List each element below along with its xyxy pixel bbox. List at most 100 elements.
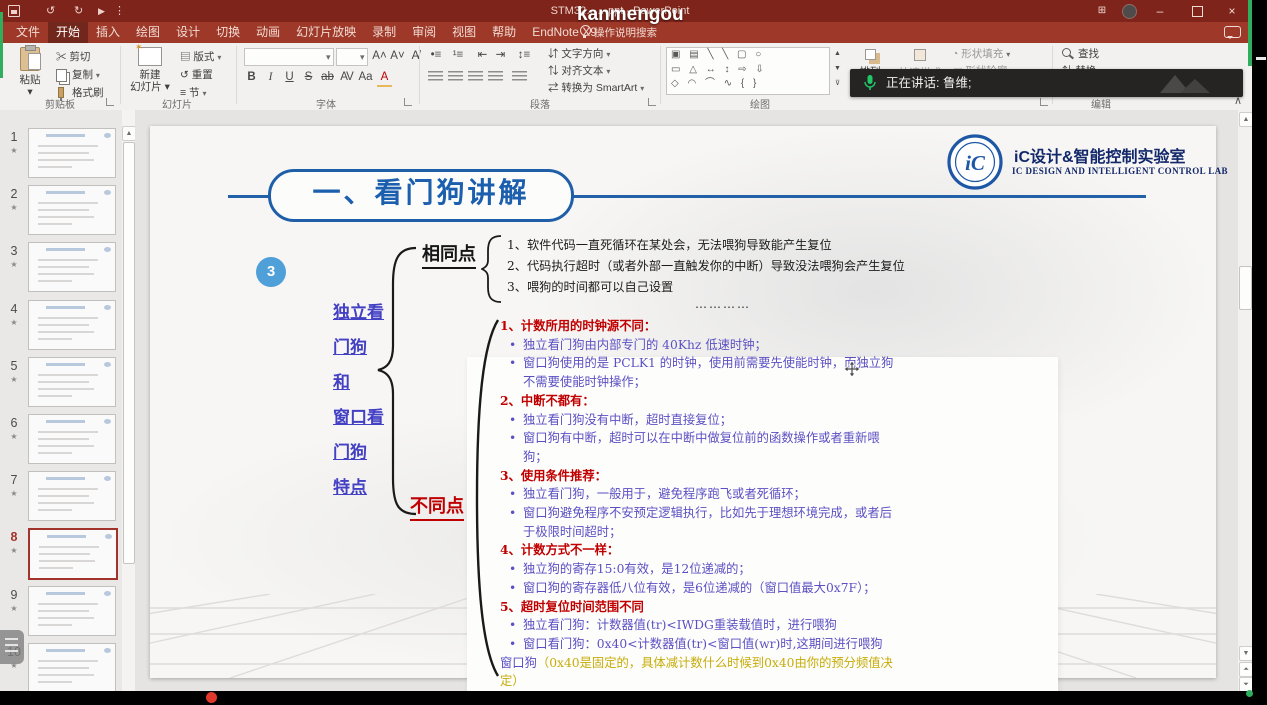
shapes-scroll-down-icon[interactable]: ▼ [830, 61, 845, 77]
minimize-button[interactable]: – [1146, 0, 1174, 22]
smartart-button[interactable]: ⇄ 转换为 SmartArt ▾ [548, 80, 644, 95]
shape-row[interactable]: ◇ ◠ ⌒ ∿ { } [667, 77, 829, 92]
save-icon[interactable] [8, 5, 20, 17]
tab-录制[interactable]: 录制 [364, 22, 404, 43]
layout-button[interactable]: ▤ 版式 ▾ [180, 49, 221, 64]
diff-point-row: 窗口狗（0x40是固定的，具体减计数什么时候到0x40由你的预分频值决定） [500, 654, 904, 691]
bullet-list-icon[interactable]: •≡ [427, 47, 445, 63]
tab-切换[interactable]: 切换 [208, 22, 248, 43]
slide-thumbnail[interactable] [28, 242, 116, 292]
font-style-button-i[interactable]: I [263, 69, 278, 85]
font-dialog-launcher-icon[interactable] [404, 98, 412, 106]
scroll-down-icon[interactable]: ▼ [1239, 646, 1253, 661]
tab-动画[interactable]: 动画 [248, 22, 288, 43]
thumbnail-scrollbar[interactable]: ▲ [122, 110, 135, 691]
clipboard-dialog-launcher-icon[interactable] [106, 98, 114, 106]
undo-icon[interactable]: ↺ [46, 0, 55, 22]
slide-thumbnail[interactable] [28, 128, 116, 178]
numbered-list-icon[interactable]: ¹≡ [449, 47, 467, 63]
shape-row[interactable]: ▭ △ ↔ ↕ ⇨ ⇩ [667, 63, 829, 78]
quick-access-more-icon[interactable]: ⋮ [114, 0, 125, 22]
increase-indent-icon[interactable]: ⇥ [493, 47, 508, 63]
justify-icon[interactable] [488, 71, 503, 82]
thumbnail-item: 5★ [6, 357, 118, 411]
font-name-select[interactable]: ▾ [244, 48, 334, 66]
slide-thumbnail[interactable] [28, 643, 116, 693]
font-style-button-s[interactable]: S [301, 69, 316, 85]
paragraph-dialog-launcher-icon[interactable] [648, 98, 656, 106]
thumb-scroll-up-icon[interactable]: ▲ [122, 126, 136, 141]
tell-me-search[interactable]: 操作说明搜索 [594, 26, 657, 40]
tab-设计[interactable]: 设计 [168, 22, 208, 43]
slide-title-shape[interactable]: 一、看门狗讲解 [268, 169, 574, 222]
font-style-button-aa[interactable]: Aa [358, 69, 373, 85]
decrease-indent-icon[interactable]: ⇤ [475, 47, 490, 63]
record-indicator-dot [206, 692, 217, 703]
shape-row[interactable]: ▣ ▤ ╲ ╲ ▢ ○ [667, 48, 829, 63]
tab-文件[interactable]: 文件 [8, 22, 48, 43]
ribbon-display-options-icon[interactable]: ⊞ [1092, 0, 1112, 22]
tab-审阅[interactable]: 审阅 [404, 22, 444, 43]
clear-format-icon[interactable]: A̸ [408, 48, 423, 64]
line-spacing-icon[interactable]: ↕≡ [515, 47, 533, 63]
tab-开始[interactable]: 开始 [48, 22, 88, 43]
scroll-thumb[interactable] [1239, 266, 1252, 310]
font-size-select[interactable]: ▾ [336, 48, 368, 66]
cut-button[interactable]: ✂ 剪切 [56, 49, 90, 64]
shapes-gallery[interactable]: ▣ ▤ ╲ ╲ ▢ ○▭ △ ↔ ↕ ⇨ ⇩◇ ◠ ⌒ ∿ { } [666, 47, 830, 95]
previous-slide-icon[interactable]: ⏶ [1239, 662, 1253, 677]
scroll-up-icon[interactable]: ▲ [1239, 112, 1253, 127]
tab-幻灯片放映[interactable]: 幻灯片放映 [288, 22, 364, 43]
drawing-dialog-launcher-icon[interactable] [1040, 98, 1048, 106]
start-slideshow-icon[interactable]: ▶ [98, 0, 105, 22]
font-style-button-a[interactable]: A [377, 69, 392, 87]
thumbnail-panel-handle[interactable] [0, 630, 24, 664]
align-text-button[interactable]: ⇅ 对齐文本 ▾ [548, 63, 610, 78]
slide-thumbnail[interactable] [28, 586, 116, 636]
tab-帮助[interactable]: 帮助 [484, 22, 524, 43]
paste-icon [20, 47, 40, 71]
animation-star-icon: ★ [6, 432, 22, 441]
font-style-button-ab[interactable]: ab [320, 69, 335, 85]
thumb-scroll-thumb[interactable] [123, 142, 135, 564]
restore-button[interactable] [1192, 6, 1203, 17]
microphone-icon [864, 75, 876, 92]
reset-button[interactable]: ↺ 重置 [180, 67, 213, 82]
comments-icon[interactable] [1224, 26, 1241, 38]
slide-thumbnail[interactable] [28, 300, 116, 350]
slide-thumbnail[interactable] [28, 357, 116, 407]
redo-icon[interactable]: ↻ [74, 0, 83, 22]
new-slide-button[interactable]: 新建幻灯片 ▾ [128, 47, 172, 93]
slide-thumbnail[interactable] [28, 185, 116, 235]
align-center-icon[interactable] [448, 71, 463, 82]
text-direction-button[interactable]: ⇵ 文字方向 ▾ [548, 46, 610, 61]
increase-font-icon[interactable]: A˄ [372, 48, 387, 64]
main-scrollbar[interactable]: ▲ ▼ ⏶ ⏷ [1238, 110, 1252, 691]
align-left-icon[interactable] [428, 71, 443, 82]
speaking-text: 正在讲话: 鲁维; [886, 69, 971, 97]
close-button[interactable]: × [1218, 0, 1246, 22]
find-button[interactable]: 查找 [1062, 46, 1099, 61]
quick-styles-icon [914, 49, 926, 61]
tab-绘图[interactable]: 绘图 [128, 22, 168, 43]
slide-thumbnail[interactable] [28, 414, 116, 464]
paste-button[interactable]: 粘贴▾ [10, 47, 50, 98]
shape-fill-button[interactable]: ◔ 形状填充 ▾ [952, 46, 1010, 61]
tab-插入[interactable]: 插入 [88, 22, 128, 43]
columns-icon[interactable] [512, 71, 527, 82]
align-right-icon[interactable] [468, 71, 483, 82]
copy-button[interactable]: 复制 ▾ [56, 67, 100, 82]
tab-视图[interactable]: 视图 [444, 22, 484, 43]
shapes-scroll-up-icon[interactable]: ▲ [830, 46, 845, 62]
slide-thumbnail[interactable] [28, 528, 118, 580]
font-style-button-av[interactable]: AV [339, 69, 354, 85]
shapes-more-icon[interactable]: ⊽ [830, 76, 845, 92]
decrease-font-icon[interactable]: A˅ [390, 48, 405, 64]
slide-number-badge: 3 [256, 257, 286, 287]
side-label-line: 门狗 [333, 436, 384, 471]
font-style-button-u[interactable]: U [282, 69, 297, 85]
thumbnail-number: 5 [6, 359, 22, 373]
slide-thumbnail[interactable] [28, 471, 116, 521]
account-avatar[interactable] [1122, 4, 1137, 19]
font-style-button-b[interactable]: B [244, 69, 259, 85]
